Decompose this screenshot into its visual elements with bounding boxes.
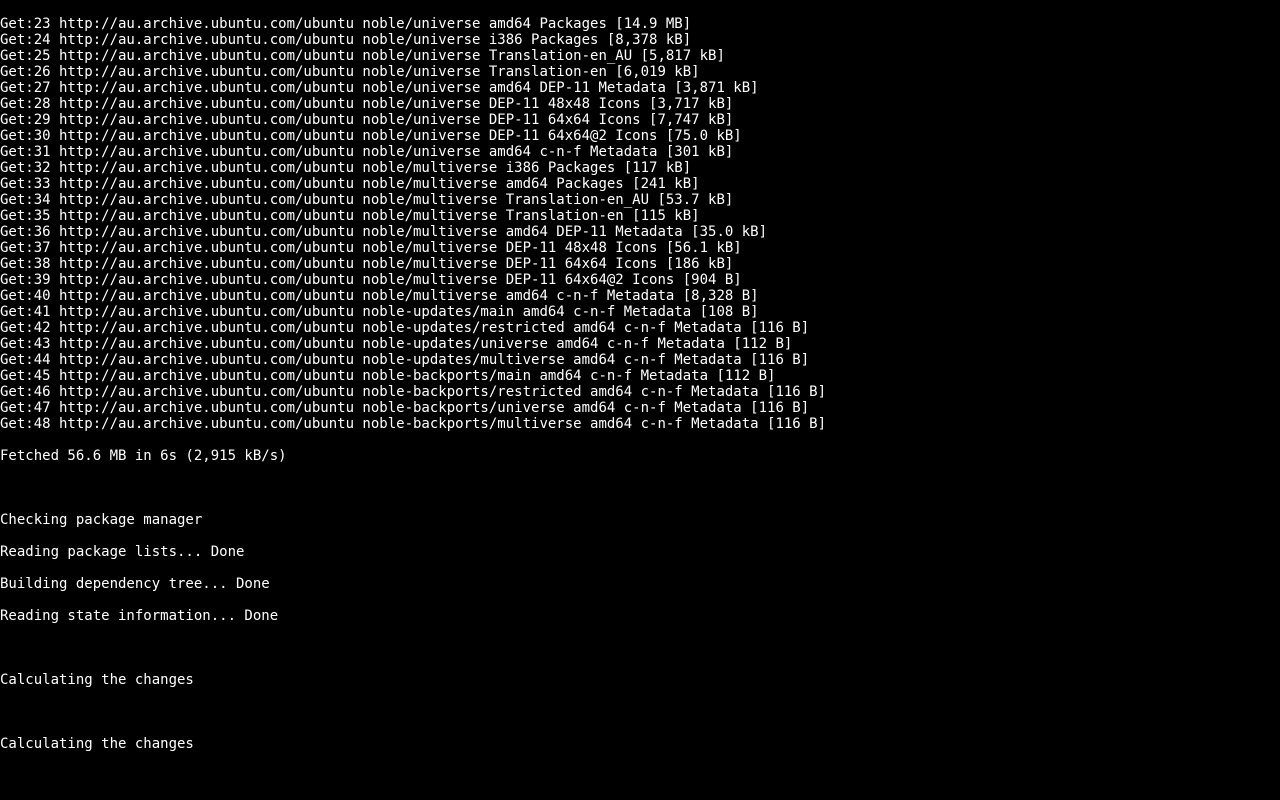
fetch-line: Get:33 http://au.archive.ubuntu.com/ubun… — [0, 176, 1280, 192]
fetch-line: Get:37 http://au.archive.ubuntu.com/ubun… — [0, 240, 1280, 256]
terminal-output[interactable]: Get:23 http://au.archive.ubuntu.com/ubun… — [0, 0, 1280, 800]
fetch-line: Get:40 http://au.archive.ubuntu.com/ubun… — [0, 288, 1280, 304]
fetch-line: Get:31 http://au.archive.ubuntu.com/ubun… — [0, 144, 1280, 160]
status-reading-lists: Reading package lists... Done — [0, 544, 1280, 560]
status-checking: Checking package manager — [0, 512, 1280, 528]
fetch-line: Get:28 http://au.archive.ubuntu.com/ubun… — [0, 96, 1280, 112]
fetch-line: Get:38 http://au.archive.ubuntu.com/ubun… — [0, 256, 1280, 272]
fetch-line: Get:41 http://au.archive.ubuntu.com/ubun… — [0, 304, 1280, 320]
status-calculating: Calculating the changes — [0, 736, 1280, 752]
status-reading-state: Reading state information... Done — [0, 608, 1280, 624]
status-building-tree: Building dependency tree... Done — [0, 576, 1280, 592]
fetch-line: Get:24 http://au.archive.ubuntu.com/ubun… — [0, 32, 1280, 48]
fetch-line: Get:47 http://au.archive.ubuntu.com/ubun… — [0, 400, 1280, 416]
fetch-line: Get:23 http://au.archive.ubuntu.com/ubun… — [0, 16, 1280, 32]
status-calculating: Calculating the changes — [0, 672, 1280, 688]
fetch-line: Get:44 http://au.archive.ubuntu.com/ubun… — [0, 352, 1280, 368]
blank-line — [0, 704, 1280, 720]
blank-line — [0, 768, 1280, 784]
fetch-line: Get:43 http://au.archive.ubuntu.com/ubun… — [0, 336, 1280, 352]
fetch-line: Get:34 http://au.archive.ubuntu.com/ubun… — [0, 192, 1280, 208]
fetch-line: Get:35 http://au.archive.ubuntu.com/ubun… — [0, 208, 1280, 224]
blank-line — [0, 480, 1280, 496]
fetch-line: Get:27 http://au.archive.ubuntu.com/ubun… — [0, 80, 1280, 96]
fetch-line: Get:29 http://au.archive.ubuntu.com/ubun… — [0, 112, 1280, 128]
fetch-line: Get:39 http://au.archive.ubuntu.com/ubun… — [0, 272, 1280, 288]
fetch-line: Get:30 http://au.archive.ubuntu.com/ubun… — [0, 128, 1280, 144]
fetch-line: Get:48 http://au.archive.ubuntu.com/ubun… — [0, 416, 1280, 432]
blank-line — [0, 640, 1280, 656]
fetch-line: Get:45 http://au.archive.ubuntu.com/ubun… — [0, 368, 1280, 384]
fetch-line: Get:32 http://au.archive.ubuntu.com/ubun… — [0, 160, 1280, 176]
fetched-summary: Fetched 56.6 MB in 6s (2,915 kB/s) — [0, 448, 1280, 464]
fetch-line: Get:42 http://au.archive.ubuntu.com/ubun… — [0, 320, 1280, 336]
fetch-line: Get:26 http://au.archive.ubuntu.com/ubun… — [0, 64, 1280, 80]
fetch-line: Get:46 http://au.archive.ubuntu.com/ubun… — [0, 384, 1280, 400]
fetch-line: Get:25 http://au.archive.ubuntu.com/ubun… — [0, 48, 1280, 64]
fetch-line: Get:36 http://au.archive.ubuntu.com/ubun… — [0, 224, 1280, 240]
